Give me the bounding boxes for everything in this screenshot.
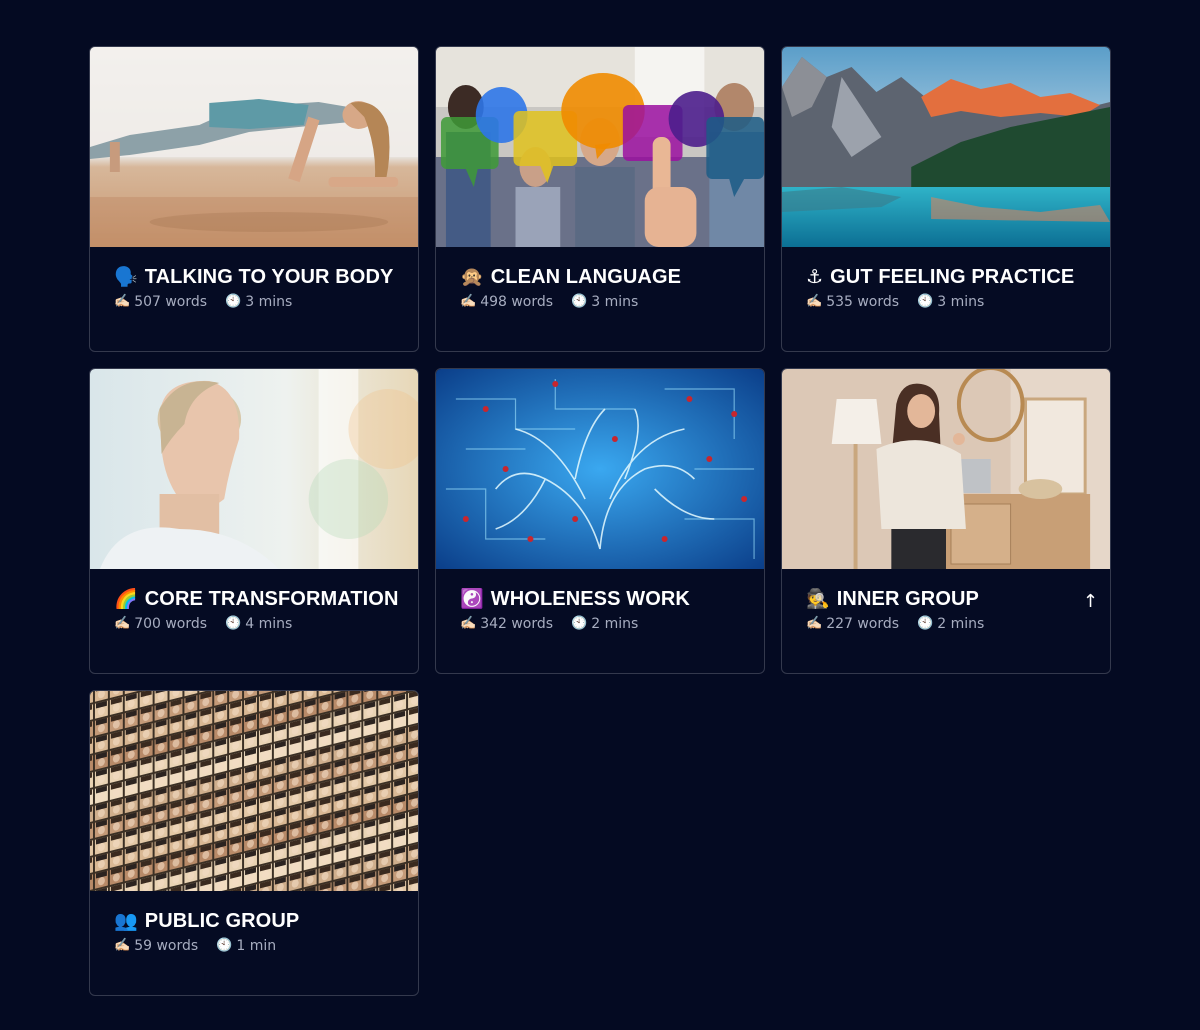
read-time: 1 min — [236, 938, 277, 954]
card-title-text: WHOLENESS WORK — [490, 588, 690, 610]
word-count: 535 words — [826, 294, 900, 310]
writing-hand-icon: ✍🏻 — [114, 616, 131, 631]
word-count: 507 words — [134, 294, 208, 310]
card-title[interactable]: 👥 PUBLIC GROUP — [114, 908, 394, 934]
busts-in-silhouette-icon: 👥 — [114, 910, 138, 932]
article-card-grid: 🗣️ TALKING TO YOUR BODY ✍🏻 507 words 🕙 3… — [89, 46, 1111, 996]
scroll-to-top-button[interactable]: ↑ — [1083, 591, 1098, 612]
read-time: 2 mins — [591, 616, 639, 632]
writing-hand-icon: ✍🏻 — [114, 938, 131, 953]
card-title-text: PUBLIC GROUP — [144, 910, 300, 932]
read-time: 3 mins — [937, 294, 985, 310]
word-count: 342 words — [480, 616, 554, 632]
article-card-gut-feeling-practice[interactable]: ⚓ GUT FEELING PRACTICE ✍🏻 535 words 🕙 3 … — [781, 46, 1111, 352]
article-card-inner-group[interactable]: 🕵️ INNER GROUP ✍🏻 227 words 🕙 2 mins ↑ — [781, 368, 1111, 674]
card-image-faces-collage[interactable] — [90, 691, 418, 891]
rainbow-icon: 🌈 — [114, 588, 138, 610]
clock-icon: 🕙 — [917, 616, 934, 631]
card-meta: ✍🏻 342 words 🕙 2 mins — [460, 614, 740, 634]
card-meta: ✍🏻 498 words 🕙 3 mins — [460, 292, 740, 312]
speaking-head-icon: 🗣️ — [114, 266, 138, 288]
writing-hand-icon: ✍🏻 — [114, 294, 131, 309]
card-title[interactable]: 🗣️ TALKING TO YOUR BODY — [114, 264, 394, 290]
card-title-text: TALKING TO YOUR BODY — [144, 266, 394, 288]
speak-no-evil-monkey-icon: 🙊 — [460, 266, 484, 288]
article-card-clean-language[interactable]: 🙊 CLEAN LANGUAGE ✍🏻 498 words 🕙 3 mins — [435, 46, 765, 352]
word-count: 59 words — [134, 938, 199, 954]
read-time: 2 mins — [937, 616, 985, 632]
writing-hand-icon: ✍🏻 — [460, 294, 477, 309]
detective-icon: 🕵️ — [806, 588, 830, 610]
card-title[interactable]: 🌈 CORE TRANSFORMATION — [114, 586, 398, 612]
clock-icon: 🕙 — [917, 294, 934, 309]
clock-icon: 🕙 — [571, 616, 588, 631]
card-image-mountain-lake[interactable] — [782, 47, 1110, 247]
read-time: 4 mins — [245, 616, 293, 632]
card-title-text: GUT FEELING PRACTICE — [830, 266, 1075, 288]
yin-yang-icon: ☯️ — [460, 588, 484, 610]
card-meta: ✍🏻 507 words 🕙 3 mins — [114, 292, 394, 312]
card-image-speech-bubbles[interactable] — [436, 47, 764, 247]
writing-hand-icon: ✍🏻 — [460, 616, 477, 631]
clock-icon: 🕙 — [225, 616, 242, 631]
article-card-core-transformation[interactable]: 🌈 CORE TRANSFORMATION ✍🏻 700 words 🕙 4 m… — [89, 368, 419, 674]
card-title-text: CORE TRANSFORMATION — [144, 588, 399, 610]
word-count: 498 words — [480, 294, 554, 310]
read-time: 3 mins — [591, 294, 639, 310]
card-title-text: CLEAN LANGUAGE — [490, 266, 682, 288]
card-image-woman-talking[interactable] — [782, 369, 1110, 569]
card-meta: ✍🏻 700 words 🕙 4 mins — [114, 614, 394, 634]
card-title[interactable]: ☯️ WHOLENESS WORK — [460, 586, 740, 612]
card-meta: ✍🏻 227 words 🕙 2 mins — [806, 614, 1086, 634]
clock-icon: 🕙 — [571, 294, 588, 309]
card-title[interactable]: 🕵️ INNER GROUP — [806, 586, 1086, 612]
clock-icon: 🕙 — [216, 938, 233, 953]
article-card-talking-to-your-body[interactable]: 🗣️ TALKING TO YOUR BODY ✍🏻 507 words 🕙 3… — [89, 46, 419, 352]
writing-hand-icon: ✍🏻 — [806, 294, 823, 309]
article-card-public-group[interactable]: 👥 PUBLIC GROUP ✍🏻 59 words 🕙 1 min — [89, 690, 419, 996]
card-title[interactable]: 🙊 CLEAN LANGUAGE — [460, 264, 740, 290]
card-image-neural-brain[interactable] — [436, 369, 764, 569]
card-image-woman-plank[interactable] — [90, 47, 418, 247]
arrow-up-icon: ↑ — [1082, 591, 1098, 612]
clock-icon: 🕙 — [225, 294, 242, 309]
card-title[interactable]: ⚓ GUT FEELING PRACTICE — [806, 264, 1086, 290]
anchor-icon: ⚓ — [806, 266, 824, 288]
card-title-text: INNER GROUP — [836, 588, 979, 610]
word-count: 227 words — [826, 616, 900, 632]
writing-hand-icon: ✍🏻 — [806, 616, 823, 631]
card-meta: ✍🏻 535 words 🕙 3 mins — [806, 292, 1086, 312]
card-image-meditating-woman[interactable] — [90, 369, 418, 569]
card-meta: ✍🏻 59 words 🕙 1 min — [114, 936, 394, 956]
read-time: 3 mins — [245, 294, 293, 310]
word-count: 700 words — [134, 616, 208, 632]
article-card-wholeness-work[interactable]: ☯️ WHOLENESS WORK ✍🏻 342 words 🕙 2 mins — [435, 368, 765, 674]
